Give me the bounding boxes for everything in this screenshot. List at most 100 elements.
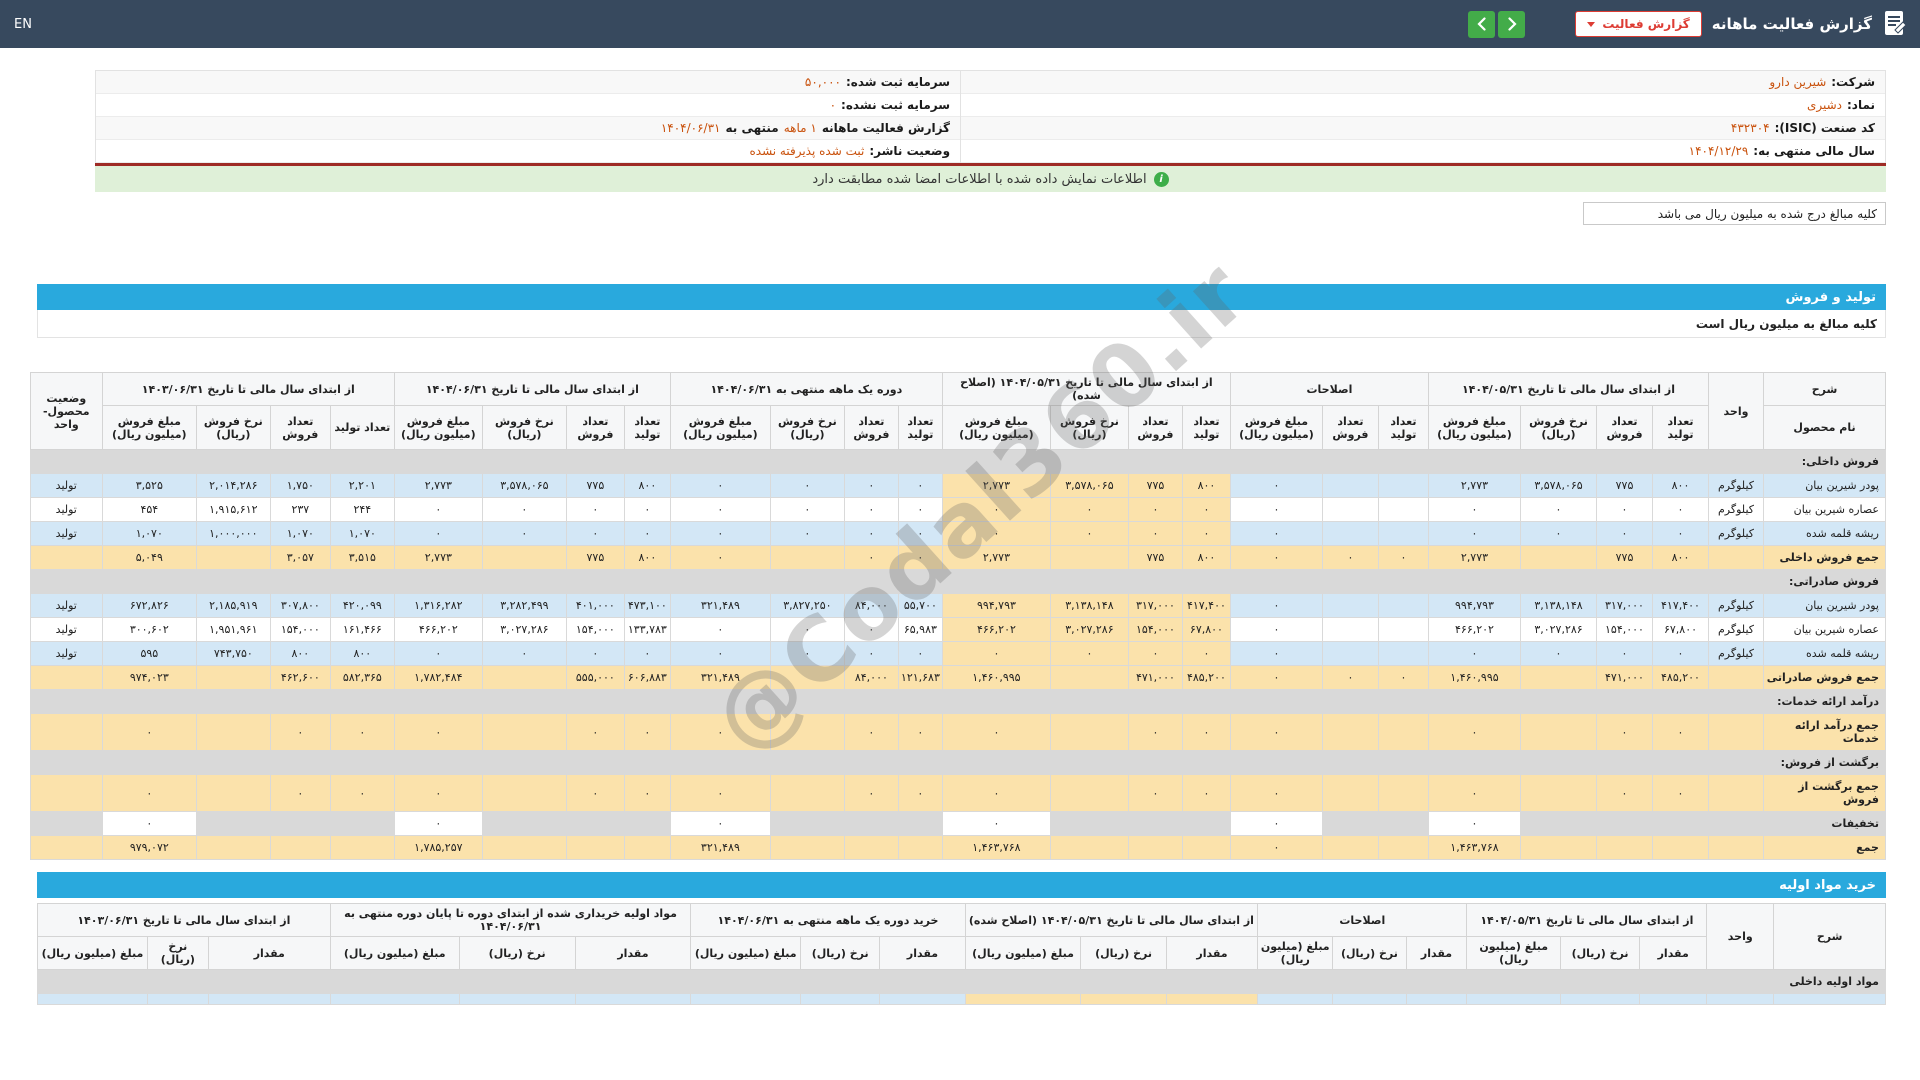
data-cell: ۳۲۱,۴۸۹: [669, 665, 771, 690]
data-cell: [843, 750, 899, 775]
language-toggle[interactable]: EN: [14, 17, 32, 32]
data-cell: ۰: [1229, 545, 1323, 570]
data-cell: [1049, 569, 1129, 594]
data-cell: [1520, 545, 1597, 570]
data-cell: [897, 569, 943, 594]
column-subheader: مقدار: [1165, 936, 1259, 970]
data-cell: [1257, 969, 1334, 994]
data-cell: ۰: [941, 521, 1051, 546]
column-subheader: مبلغ فروش (میلیون ریال): [1229, 405, 1323, 450]
data-cell: ۰: [843, 774, 899, 812]
data-cell: [1596, 835, 1653, 860]
info-value[interactable]: شیرین دارو: [1769, 75, 1826, 89]
info-value[interactable]: دشیری: [1807, 98, 1842, 112]
data-cell: [964, 969, 1082, 994]
info-col-right: شرکت: شیرین دارو نماد: دشیری کد صنعت (ISIC):…: [961, 71, 1885, 163]
data-cell: ۰: [1229, 811, 1323, 836]
data-cell: [574, 993, 692, 1005]
data-cell: ۰: [1229, 641, 1323, 666]
data-cell: ۰: [1181, 521, 1231, 546]
data-cell: ۰: [1520, 497, 1597, 522]
data-cell: ۰: [1049, 641, 1129, 666]
data-cell: ۰: [565, 641, 625, 666]
data-cell: [1321, 835, 1379, 860]
data-cell: [1321, 689, 1379, 714]
status-cell: تولید: [29, 497, 103, 522]
data-cell: [481, 689, 567, 714]
table-row: پودر شیرین بیان کیلوگرم ۴۱۷,۴۰۰ ۳۱۷,۰۰۰ ۳,۱۳…: [29, 593, 1886, 618]
data-cell: [1321, 811, 1379, 836]
report-type-button[interactable]: گزارش فعالیت: [1575, 11, 1702, 37]
data-cell: ۸۰۰: [1181, 473, 1231, 498]
prev-report-button[interactable]: [1468, 10, 1496, 38]
column-subheader: نرخ فروش (ریال): [1520, 405, 1597, 450]
info-row: شرکت: شیرین دارو: [961, 71, 1885, 94]
data-cell: [1377, 835, 1429, 860]
next-report-button[interactable]: [1498, 10, 1526, 38]
status-cell: تولید: [29, 593, 103, 618]
column-group-header: از ابتدای سال مالی تا تاریخ ۱۴۰۴/۰۵/۳۱ (…: [941, 372, 1231, 406]
column-subheader: نرخ فروش (ریال): [195, 405, 271, 450]
column-subheader: نرخ (ریال): [1559, 936, 1641, 970]
data-cell: [879, 969, 966, 994]
data-cell: ۳,۵۷۸,۰۶۵: [1049, 473, 1129, 498]
data-cell: ۱۶۱,۴۶۶: [329, 617, 395, 642]
data-cell: ۳,۰۲۷,۲۸۶: [1049, 617, 1129, 642]
data-cell: [1596, 449, 1653, 474]
data-cell: ۳۱۷,۰۰۰: [1127, 593, 1183, 618]
data-cell: [1321, 713, 1379, 751]
column-subheader: تعداد فروش: [1321, 405, 1379, 450]
data-cell: [1520, 811, 1597, 836]
data-cell: ۰: [1652, 521, 1709, 546]
data-cell: [1332, 969, 1407, 994]
data-cell: ۶۷,۸۰۰: [1181, 617, 1231, 642]
data-cell: ۰: [769, 497, 845, 522]
table-header-row: شرح واحد از ابتدای سال مالی تا تاریخ ۱۴۰۴/…: [29, 372, 1886, 450]
data-cell: ۰: [393, 811, 483, 836]
data-cell: [329, 449, 395, 474]
data-cell: ۰: [1652, 497, 1709, 522]
data-cell: [1229, 750, 1323, 775]
row-label: درآمد ارائه خدمات:: [1763, 689, 1886, 714]
data-cell: ۰: [393, 713, 483, 751]
data-cell: ۰: [1049, 497, 1129, 522]
data-cell: ۰: [1229, 774, 1323, 812]
data-cell: [1332, 993, 1407, 1005]
production-sales-table-head: شرح واحد از ابتدای سال مالی تا تاریخ ۱۴۰۴/…: [29, 372, 1886, 450]
amounts-note: کلیه مبالغ به میلیون ریال است: [37, 310, 1886, 338]
table-row: جمع ۱,۴۶۳,۷۶۸ ۰ ۱,۴۶۳,۷۶۸ ۳۲۱,۴۸۹ ۱,۷۸۵,۲۵۷ ۹۷…: [29, 835, 1886, 860]
data-cell: ۰: [1427, 641, 1522, 666]
data-cell: ۰: [669, 617, 771, 642]
data-cell: ۰: [843, 641, 899, 666]
table-row: عصاره شیرین بیان کیلوگرم ۶۷,۸۰۰ ۱۵۴,۰۰۰ ۳,۰۲…: [29, 617, 1886, 642]
data-cell: [1596, 750, 1653, 775]
data-cell: ۰: [1127, 521, 1183, 546]
data-cell: ۱,۰۷۰: [329, 521, 395, 546]
data-cell: ۰: [1229, 835, 1323, 860]
data-cell: [1596, 811, 1653, 836]
data-cell: ۱,۴۶۰,۹۹۵: [941, 665, 1051, 690]
data-cell: [1596, 689, 1653, 714]
data-cell: ۸۴,۰۰۰: [843, 665, 899, 690]
data-cell: ۰: [1652, 774, 1709, 812]
data-cell: ۰: [565, 521, 625, 546]
data-cell: ۸۴,۰۰۰: [843, 593, 899, 618]
data-cell: ۰: [565, 774, 625, 812]
data-cell: [1466, 969, 1561, 994]
data-cell: ۰: [1229, 473, 1323, 498]
column-subheader: تعداد فروش: [1127, 405, 1183, 450]
data-cell: [1427, 449, 1522, 474]
data-cell: ۰: [623, 774, 671, 812]
data-cell: ۳۱۷,۰۰۰: [1596, 593, 1653, 618]
data-cell: ۰: [565, 713, 625, 751]
data-cell: [769, 835, 845, 860]
data-cell: ۰: [101, 811, 197, 836]
data-cell: ۱,۰۷۰: [101, 521, 197, 546]
data-cell: ۱,۴۶۳,۷۶۸: [1427, 835, 1522, 860]
data-cell: ۱,۳۱۶,۲۸۲: [393, 593, 483, 618]
data-cell: [481, 774, 567, 812]
data-cell: [195, 449, 271, 474]
column-subheader: مقدار: [1639, 936, 1708, 970]
status-cell: [29, 569, 103, 594]
column-subheader: مبلغ (میلیون ریال): [1466, 936, 1561, 970]
